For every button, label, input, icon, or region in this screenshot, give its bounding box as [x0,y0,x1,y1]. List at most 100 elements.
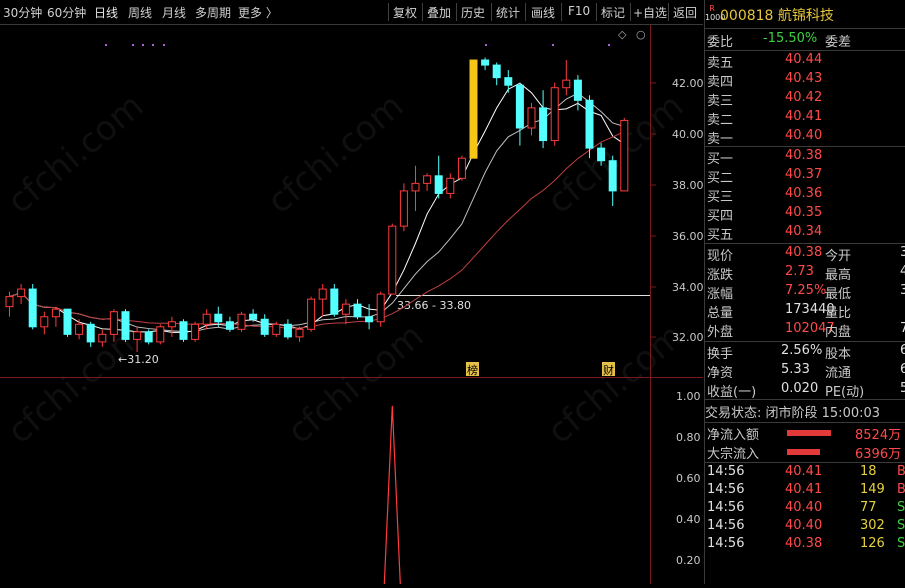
tick-side: S [897,518,905,533]
stat2-label: 收益(一) [707,385,757,400]
stat-label: 涨幅 [707,287,734,302]
indicator-tick: 0.60 [676,472,701,485]
stat-value-2: 7 [900,321,905,336]
candle [515,84,524,129]
tick-side: S [897,500,905,515]
stock-badge: R 1000 [705,4,726,22]
period-multi[interactable]: 多周期 [195,4,231,21]
toolbar-divider [491,3,492,21]
stat-label-2: 最低 [825,287,852,302]
mark-button[interactable]: 标记 [601,4,625,21]
block-inflow-row: 大宗流入 6396万 [705,443,905,462]
tick-price: 40.41 [785,464,823,479]
ask-label: 卖四 [707,75,734,90]
price-tick: 42.00 [672,77,703,90]
stat2-value: 2.56% [781,343,823,358]
candles-group [5,57,629,352]
candle [585,99,594,149]
ask-row: 卖一 40.40 [705,128,905,147]
f10-button[interactable]: F10 [568,4,590,18]
tick-row: 14:56 40.40 302 S [705,518,905,537]
toolbar-divider [596,3,597,21]
kline-chart[interactable]: cfchi.com cfchi.com cfchi.com cfchi.com … [0,25,704,585]
candle [202,313,211,325]
bid-price: 40.37 [785,167,823,182]
bid-label: 买三 [707,190,734,205]
back-button[interactable]: 返回 [673,4,697,21]
candle [167,321,176,328]
overlay-button[interactable]: 叠加 [427,4,451,21]
stat-label: 涨跌 [707,268,734,283]
period-weekly[interactable]: 周线 [128,4,152,21]
stat-row: 外盘 102047 内盘 7 [705,321,905,340]
candle [86,323,95,343]
quote-panel: R 1000 000818 航锦科技 委比 -15.50% 委差 卖五 40.44 卖… [704,0,905,584]
indicator-tick: 1.00 [676,390,701,403]
draw-line-button[interactable]: 画线 [531,4,555,21]
candle [237,313,246,330]
chart-canvas[interactable]: cfchi.com cfchi.com cfchi.com cfchi.com … [0,25,704,585]
ask-label: 卖二 [707,113,734,128]
candle [191,323,200,340]
tick-row: 14:56 40.40 77 S [705,500,905,519]
toolbar-divider [388,3,389,21]
ask-label: 卖五 [707,56,734,71]
period-daily[interactable]: 日线 [94,4,118,21]
weibi-row: 委比 -15.50% 委差 [705,31,905,50]
bid-label: 买一 [707,152,734,167]
stock-title: 000818 航锦科技 [720,5,834,25]
candle [423,175,432,184]
candle [365,316,374,323]
close-icon[interactable]: ○ [636,28,646,41]
candle [376,293,385,323]
toolbar-divider [668,3,669,21]
ask-price: 40.44 [785,52,823,67]
tick-volume: 149 [860,482,885,497]
badge-cai[interactable]: 财 [603,363,614,377]
candle [283,323,292,338]
stat2-value: 0.020 [781,381,819,396]
candle [272,323,281,335]
statistics-button[interactable]: 统计 [496,4,520,21]
stat-label: 外盘 [707,325,734,340]
candle [109,311,118,335]
indicator-tick: 0.20 [676,554,701,567]
indicator-tick: 0.40 [676,513,701,526]
period-60min[interactable]: 60分钟 [47,4,86,21]
tick-time: 14:56 [707,536,745,551]
ask-price: 40.40 [785,128,823,143]
watermark-text: cfchi.com [0,86,151,222]
period-monthly[interactable]: 月线 [162,4,186,21]
candle [550,87,559,142]
history-button[interactable]: 历史 [461,4,485,21]
candle [620,119,629,192]
settings-icon[interactable]: ◇ [618,28,627,41]
bid-row: 买一 40.38 [705,148,905,167]
toolbar-divider [630,3,631,21]
period-30min[interactable]: 30分钟 [3,4,42,21]
tick-time: 14:56 [707,518,745,533]
badge-bang[interactable]: 榜 [467,363,478,377]
add-watchlist-button[interactable]: +自选 [633,4,667,21]
candle [156,326,165,343]
candle [481,59,490,66]
weibi-label: 委比 [707,35,734,50]
candle [341,303,350,315]
period-more[interactable]: 更多 〉 [238,4,278,21]
candle [225,321,234,330]
indicator-spike [383,405,401,585]
stat-row: 涨跌 2.73 最高 4 [705,264,905,283]
candle [98,333,107,343]
stat-label-2: 今开 [825,249,852,264]
weicha-label: 委差 [825,35,852,50]
stock-code: 000818 [720,8,774,24]
adjust-button[interactable]: 复权 [393,4,417,21]
tick-side: S [897,536,905,551]
bid-label: 买五 [707,228,734,243]
candle [608,160,617,192]
stat2-row: 净资 5.33 流通 6 [705,362,905,381]
candle [133,331,142,340]
tick-price: 40.40 [785,518,823,533]
weibi-value: -15.50% [763,31,818,46]
ask-row: 卖四 40.43 [705,71,905,90]
